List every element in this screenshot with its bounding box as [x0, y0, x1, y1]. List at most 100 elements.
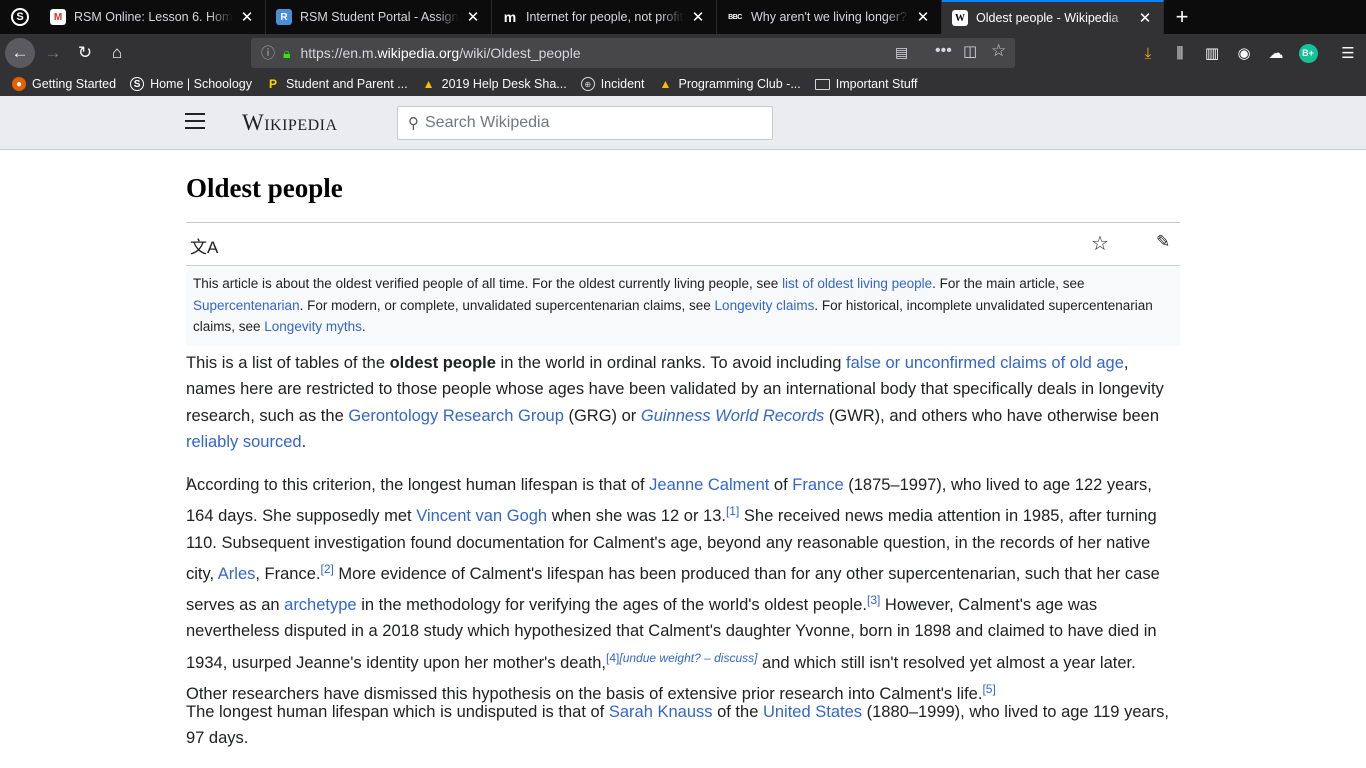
url-text[interactable]: https://en.m.wikipedia.org/wiki/Oldest_p…: [300, 45, 580, 61]
reader-view-icon[interactable]: ▤: [895, 44, 908, 61]
citation-5[interactable]: [5]: [982, 682, 995, 696]
hatnote-text: . For the main article, see: [932, 276, 1085, 291]
bookmark-incident[interactable]: ⊕ Incident: [580, 77, 645, 91]
library-button[interactable]: ⫼: [1166, 39, 1194, 67]
link-list-oldest-living[interactable]: list of oldest living people: [782, 276, 932, 291]
link-sarah-knauss[interactable]: Sarah Knauss: [609, 703, 713, 721]
text: This is a list of tables of the: [186, 354, 390, 372]
tab-title: Internet for people, not profit -: [526, 10, 684, 24]
downloads-button[interactable]: ⤓: [1134, 39, 1162, 67]
lock-icon[interactable]: 🔒︎: [283, 45, 290, 62]
bookmark-star-icon[interactable]: ☆: [991, 41, 1006, 61]
link-united-states[interactable]: United States: [763, 703, 862, 721]
bookmark-schoology[interactable]: S Home | Schoology: [130, 77, 252, 91]
library-icon: ⫼: [1176, 44, 1184, 62]
back-button[interactable]: ←: [5, 38, 35, 68]
close-tab-icon[interactable]: ✕: [465, 8, 481, 26]
link-reliably-sourced[interactable]: reliably sourced: [186, 433, 302, 451]
more-actions-icon[interactable]: •••: [935, 42, 952, 60]
intro-paragraph: This is a list of tables of the oldest p…: [186, 350, 1180, 455]
text: of: [769, 476, 793, 494]
edit-locked-icon[interactable]: ✎: [1156, 232, 1170, 252]
bookmarks-toolbar: ● Getting Started S Home | Schoology P S…: [0, 72, 1366, 96]
close-tab-icon[interactable]: ✕: [915, 8, 931, 26]
gmail-icon: M: [50, 9, 66, 25]
sidebar-icon: ▥: [1204, 45, 1220, 62]
link-arles[interactable]: Arles: [218, 565, 256, 583]
citation-1[interactable]: [1]: [726, 504, 739, 518]
search-placeholder: Search Wikipedia: [425, 114, 550, 131]
rsm-icon: R: [276, 9, 292, 25]
search-icon: ⚲: [408, 115, 419, 132]
citation-3[interactable]: [3]: [867, 593, 880, 607]
schoology-tab-icon[interactable]: S: [0, 0, 40, 34]
wikipedia-header: Wikipedia ⚲ Search Wikipedia: [0, 96, 1366, 150]
link-guinness[interactable]: Guinness World Records: [641, 407, 824, 425]
grammarly-button[interactable]: B+: [1294, 39, 1322, 67]
bookmark-label: Home | Schoology: [150, 77, 252, 91]
hatnote-text: This article is about the oldest verifie…: [193, 276, 783, 291]
link-longevity-myths[interactable]: Longevity myths: [264, 319, 362, 334]
bookmark-label: Programming Club -...: [678, 77, 801, 91]
link-archetype[interactable]: archetype: [284, 596, 356, 614]
citation-2[interactable]: [2]: [321, 562, 334, 576]
reload-button[interactable]: ↻: [71, 39, 99, 67]
link-jeanne-calment[interactable]: Jeanne Calment: [649, 476, 769, 494]
main-menu-icon[interactable]: [185, 113, 205, 129]
bookmark-label: Getting Started: [32, 77, 117, 91]
close-tab-icon[interactable]: ✕: [239, 8, 255, 26]
link-longevity-claims[interactable]: Longevity claims: [715, 298, 815, 313]
menu-button[interactable]: ☰: [1334, 39, 1362, 67]
new-tab-button[interactable]: +: [1168, 0, 1196, 34]
watch-star-icon[interactable]: ☆: [1091, 231, 1109, 256]
bookmark-label: Incident: [600, 77, 645, 91]
language-icon[interactable]: 文A: [190, 233, 218, 258]
schoology-icon: S: [130, 77, 145, 91]
url-domain: wikipedia.org: [377, 45, 460, 61]
info-icon[interactable]: ⓘ: [261, 43, 275, 63]
citation-4[interactable]: [4]: [606, 651, 619, 665]
link-supercentenarian[interactable]: Supercentenarian: [193, 298, 300, 313]
link-van-gogh[interactable]: Vincent van Gogh: [416, 507, 547, 525]
link-grg[interactable]: Gerontology Research Group: [348, 407, 564, 425]
url-bar[interactable]: ⓘ 🔒︎ https://en.m.wikipedia.org/wiki/Old…: [251, 38, 1015, 68]
calment-paragraph: According to this criterion, the longest…: [186, 472, 1180, 707]
bookmark-help-desk[interactable]: ▲ 2019 Help Desk Sha...: [422, 77, 567, 91]
text: when she was 12 or 13.: [547, 507, 726, 526]
tab-wikipedia[interactable]: W Oldest people - Wikipedia ✕: [942, 0, 1164, 34]
tab-mozilla[interactable]: m Internet for people, not profit - ✕: [492, 0, 717, 34]
url-path: /wiki/Oldest_people: [459, 45, 581, 61]
bookmark-student-parent[interactable]: P Student and Parent ...: [266, 77, 408, 91]
text: According to this criterion, the longest…: [186, 476, 650, 494]
tab-rsm-portal[interactable]: R RSM Student Portal - Assignme ✕: [266, 0, 492, 34]
folder-icon: [814, 78, 830, 90]
close-tab-icon[interactable]: ✕: [690, 8, 706, 26]
navigation-toolbar: ← → ↻ ⌂ ⓘ 🔒︎ https://en.m.wikipedia.org/…: [0, 34, 1366, 72]
text: in the world in ordinal ranks. To avoid …: [495, 354, 847, 372]
undue-weight-tag[interactable]: [undue weight? – discuss]: [619, 651, 757, 665]
search-input[interactable]: ⚲ Search Wikipedia: [397, 106, 773, 140]
close-tab-icon[interactable]: ✕: [1137, 9, 1153, 27]
pocket-icon[interactable]: ◫: [963, 42, 977, 60]
tab-title: Oldest people - Wikipedia: [976, 11, 1119, 25]
account-button[interactable]: ◉: [1230, 39, 1258, 67]
wikipedia-logo[interactable]: Wikipedia: [242, 110, 338, 136]
bookmark-important-stuff[interactable]: Important Stuff: [814, 77, 918, 91]
text-cursor-icon: I: [186, 474, 191, 491]
arrow-left-icon: ←: [11, 43, 29, 62]
bookmark-getting-started[interactable]: ● Getting Started: [12, 77, 116, 91]
sidebar-button[interactable]: ▥: [1198, 39, 1226, 67]
download-icon: ⤓: [1144, 44, 1152, 62]
link-false-claims[interactable]: false or unconfirmed claims of old age: [846, 354, 1124, 372]
link-france[interactable]: France: [792, 476, 843, 494]
bookmark-programming-club[interactable]: ▲ Programming Club -...: [658, 77, 801, 91]
drive-icon: ▲: [422, 77, 435, 91]
tab-title: RSM Student Portal - Assignme: [300, 10, 459, 24]
home-button[interactable]: ⌂: [103, 39, 131, 67]
tab-bbc[interactable]: BBC Why aren't we living longer? - B ✕: [717, 0, 942, 34]
forward-button[interactable]: →: [39, 39, 67, 67]
extension-button[interactable]: ☁: [1262, 39, 1290, 67]
tab-rsm-online[interactable]: M RSM Online: Lesson 6. Homewo ✕: [40, 0, 266, 34]
url-prefix: https://en.m.: [300, 45, 378, 61]
pearson-icon: P: [268, 77, 277, 91]
